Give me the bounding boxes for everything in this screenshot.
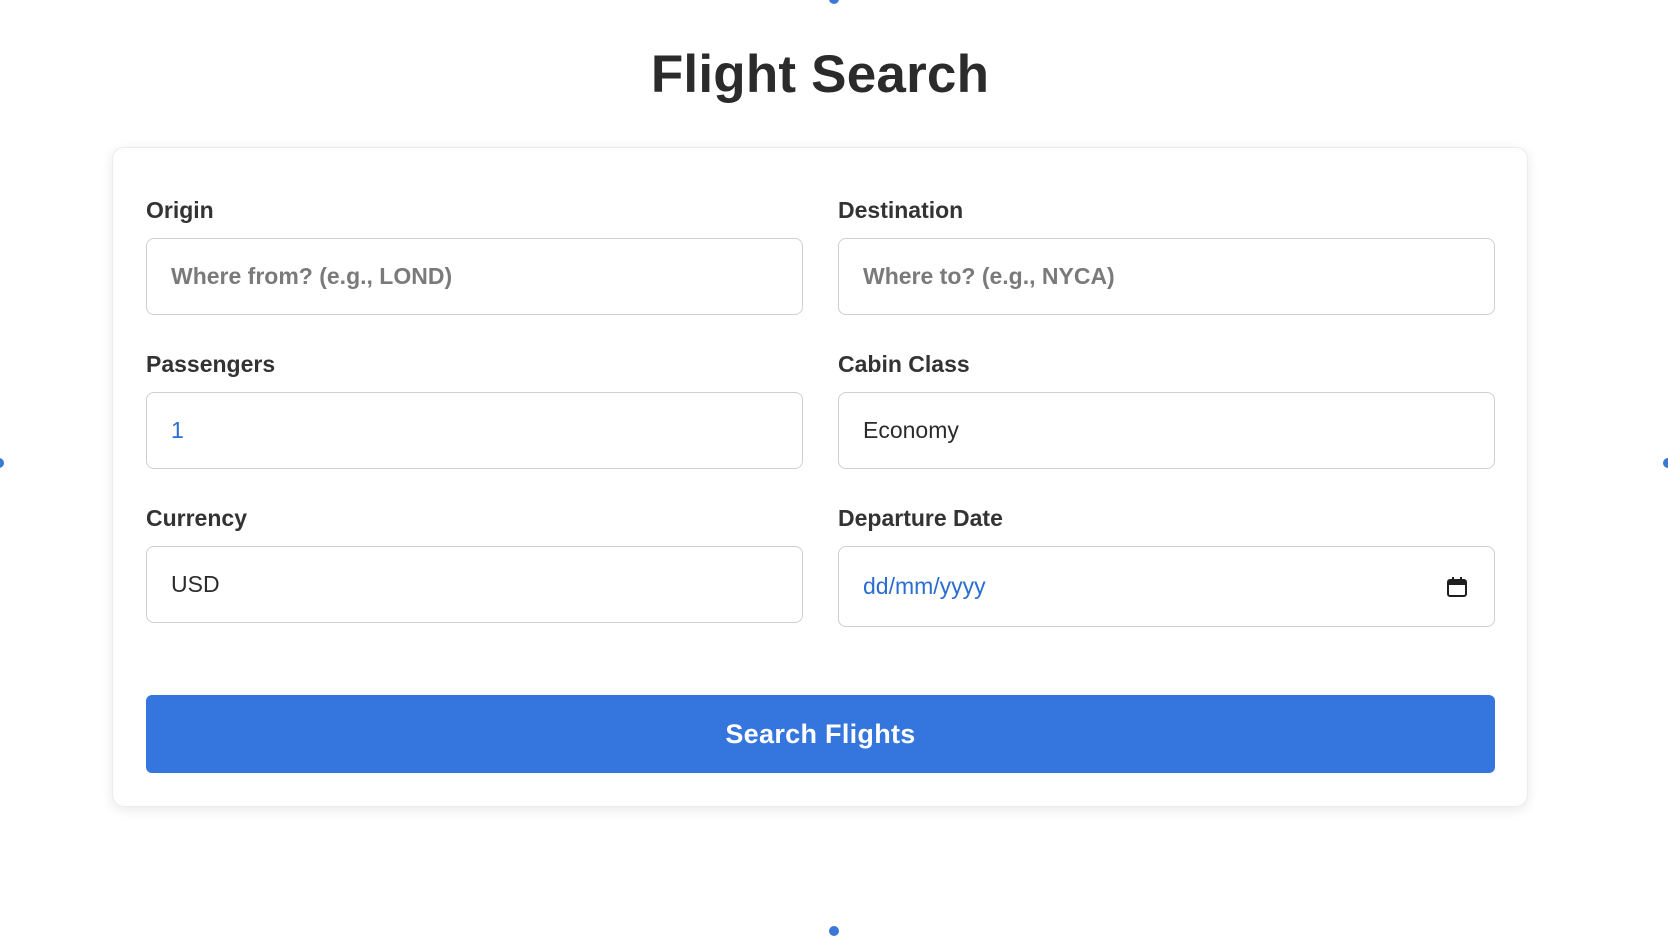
passengers-field: Passengers 1 [146, 350, 803, 469]
destination-label: Destination [838, 197, 964, 223]
cabin-class-label: Cabin Class [838, 351, 970, 377]
passengers-label: Passengers [146, 351, 276, 377]
currency-field: Currency USD [146, 504, 803, 623]
destination-field: Destination [838, 196, 1495, 315]
departure-date-label: Departure Date [838, 505, 1003, 531]
passengers-value: 1 [171, 417, 184, 443]
cabin-class-input[interactable]: Economy [838, 392, 1495, 469]
departure-date-field: Departure Date dd/mm/yyyy [838, 504, 1495, 627]
currency-label: Currency [146, 505, 247, 531]
resize-handle-bottom[interactable] [829, 926, 839, 936]
passengers-input[interactable]: 1 [146, 392, 803, 469]
cabin-class-field: Cabin Class Economy [838, 350, 1495, 469]
resize-handle-right[interactable] [1663, 458, 1668, 468]
origin-label: Origin [146, 197, 214, 223]
departure-date-value: dd/mm/yyyy [863, 573, 986, 599]
cabin-class-value: Economy [863, 417, 959, 443]
calendar-icon[interactable] [1446, 576, 1468, 598]
currency-value: USD [171, 571, 220, 597]
flight-search-form: Origin Destination Passengers 1 Cabin Cl… [112, 147, 1528, 807]
departure-date-input[interactable]: dd/mm/yyyy [838, 546, 1495, 627]
origin-field: Origin [146, 196, 803, 315]
search-flights-button[interactable]: Search Flights [146, 695, 1495, 773]
page-title: Flight Search [650, 45, 990, 104]
currency-input[interactable]: USD [146, 546, 803, 623]
resize-handle-top[interactable] [829, 0, 839, 4]
resize-handle-left[interactable] [0, 458, 4, 468]
destination-input[interactable] [838, 238, 1495, 315]
origin-input[interactable] [146, 238, 803, 315]
